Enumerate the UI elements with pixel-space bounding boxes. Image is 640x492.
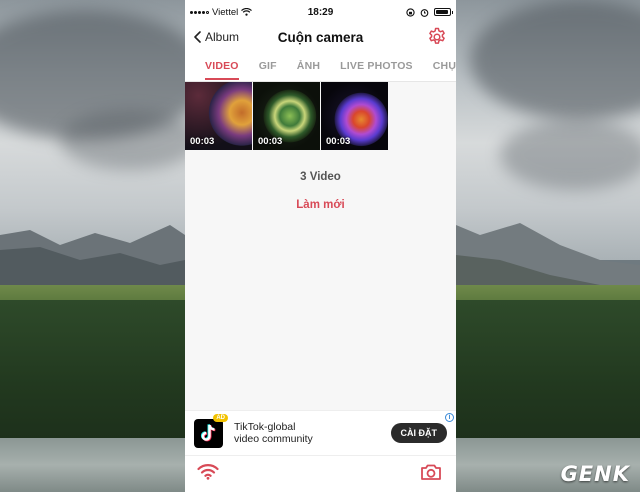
media-type-tabs: VIDEO GIF ẢNH LIVE PHOTOS CHỤP (185, 50, 456, 82)
cloud (500, 120, 640, 190)
tab-photos[interactable]: ẢNH (287, 50, 330, 81)
battery-icon (434, 8, 453, 16)
camera-button[interactable] (420, 463, 442, 486)
video-grid: 00:03 00:03 00:03 (185, 82, 456, 150)
settings-button[interactable] (427, 27, 447, 47)
video-thumbnail[interactable]: 00:03 (185, 82, 252, 150)
ad-text: TikTok-global video community (234, 421, 313, 446)
ad-subtitle: video community (234, 433, 313, 445)
alarm-icon (420, 8, 429, 17)
ad-title: TikTok-global (234, 420, 296, 433)
ad-badge: AD (213, 413, 228, 422)
tab-gif[interactable]: GIF (249, 50, 287, 81)
wifi-transfer-button[interactable] (197, 463, 219, 485)
ad-info-icon[interactable]: i (445, 413, 454, 422)
tab-capture[interactable]: CHỤP (423, 50, 456, 81)
status-bar: Viettel 18:29 (185, 0, 456, 24)
video-count: 3 Video (300, 171, 341, 183)
bottom-toolbar (185, 455, 456, 492)
wifi-status-icon (241, 8, 253, 16)
camera-icon (421, 464, 441, 480)
back-label: Album (205, 30, 240, 44)
carrier-name: Viettel (212, 6, 239, 18)
video-duration: 00:03 (258, 136, 283, 147)
navigation-bar: Album Cuộn camera (185, 24, 456, 50)
tiktok-note-icon (200, 423, 216, 441)
wifi-icon (197, 464, 219, 480)
tiktok-logo: AD (194, 413, 228, 448)
refresh-link[interactable]: Làm mới (185, 199, 456, 211)
back-button[interactable]: Album (194, 30, 239, 44)
signal-strength-icon (190, 10, 209, 14)
tab-video[interactable]: VIDEO (197, 50, 249, 81)
cloud (60, 110, 200, 170)
chevron-left-icon (194, 31, 201, 43)
ad-banner[interactable]: AD TikTok-global video community CÀI ĐẶT… (185, 410, 456, 455)
phone-screen: Viettel 18:29 Album Cuộn camera VIDEO GI… (185, 0, 456, 492)
install-button[interactable]: CÀI ĐẶT (390, 423, 447, 443)
genk-watermark: GENK (560, 462, 630, 486)
video-duration: 00:03 (326, 136, 351, 147)
gear-icon (429, 27, 445, 44)
video-thumbnail[interactable]: 00:03 (321, 82, 388, 150)
video-thumbnail[interactable]: 00:03 (253, 82, 320, 150)
rotation-lock-icon (406, 7, 415, 17)
video-duration: 00:03 (190, 136, 215, 147)
tab-live-photos[interactable]: LIVE PHOTOS (330, 50, 423, 81)
